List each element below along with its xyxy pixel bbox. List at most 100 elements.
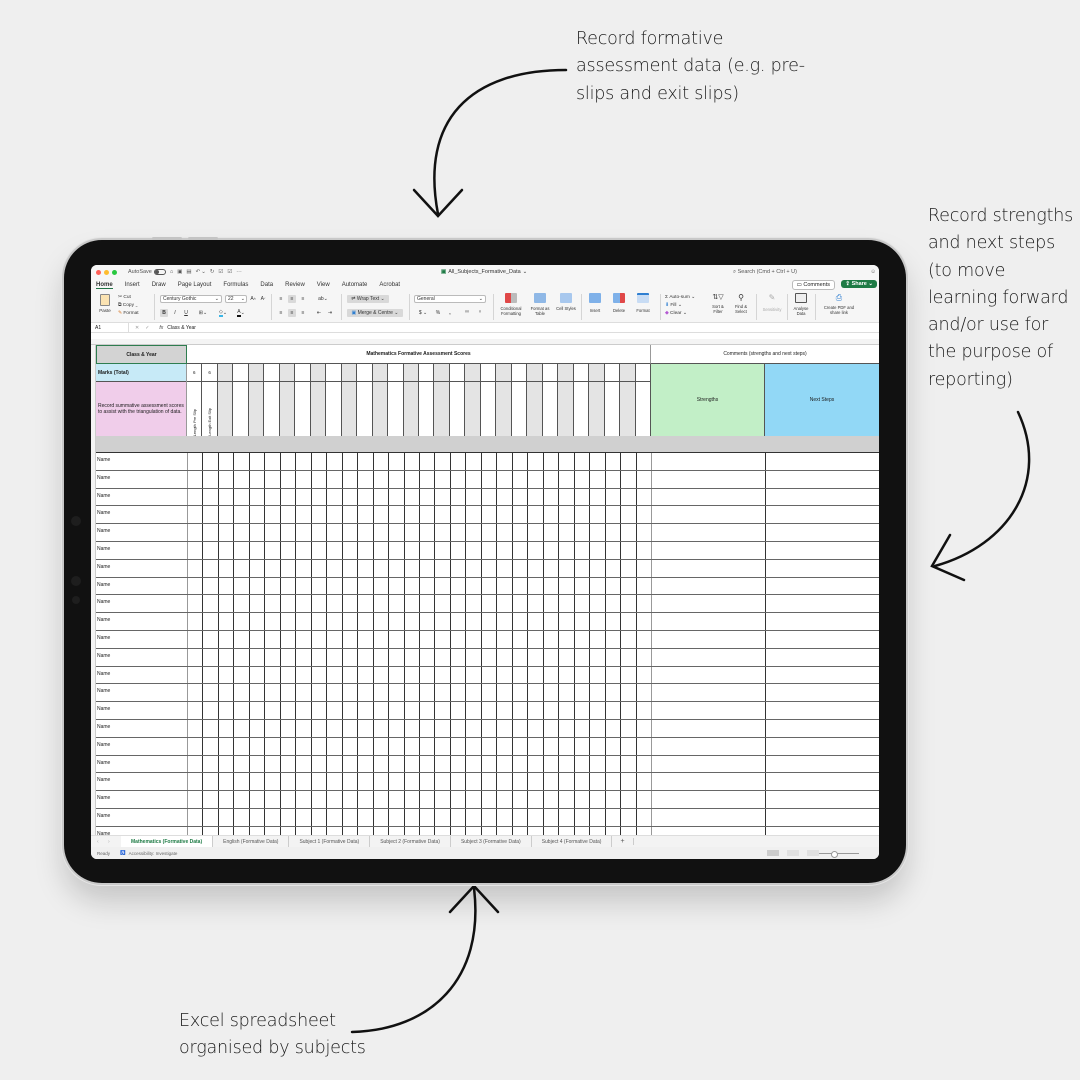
column-label-cell[interactable] — [233, 382, 247, 436]
close-window-button[interactable] — [96, 269, 101, 275]
increase-indent-icon[interactable]: ⇥ — [326, 309, 334, 317]
document-title[interactable]: ▣ All_Subjects_Formative_Data ⌄ — [441, 269, 527, 275]
name-box[interactable]: A1 — [91, 323, 129, 332]
marks-cell[interactable] — [264, 364, 279, 382]
marks-cell[interactable] — [465, 364, 480, 382]
format-painter-button[interactable]: ✎ Format — [118, 310, 139, 318]
marks-cell[interactable] — [295, 364, 310, 382]
sheet-tab[interactable]: Subject 4 (Formative Data) — [532, 836, 613, 847]
delete-cells-button[interactable]: Delete — [609, 293, 629, 313]
sort-filter-button[interactable]: ⇅▽ Sort & Filter — [708, 293, 728, 314]
cell-record-note[interactable]: Record summative assessment scores to as… — [96, 382, 187, 436]
increase-font-icon[interactable]: A ^ — [249, 295, 257, 303]
comments-button[interactable]: ▭ Comments — [791, 280, 835, 290]
account-icon[interactable]: ☺ — [870, 269, 876, 275]
marks-cell[interactable]: 6 — [187, 364, 202, 382]
student-name-cell[interactable]: Name — [97, 813, 110, 819]
column-label-cell[interactable] — [636, 382, 650, 436]
find-select-button[interactable]: ⚲ Find & Select — [731, 293, 751, 314]
student-name-cell[interactable]: Name — [97, 671, 110, 677]
student-row[interactable]: Name — [96, 791, 879, 809]
marks-cell[interactable] — [542, 364, 558, 382]
undo-dropdown-icon[interactable]: ⌄ — [201, 269, 206, 275]
maximize-window-button[interactable] — [112, 269, 117, 275]
student-row[interactable]: Name — [96, 684, 879, 703]
assessment-column[interactable] — [573, 364, 590, 436]
column-label-cell[interactable] — [342, 382, 356, 436]
currency-button[interactable]: $ ⌄ — [416, 309, 430, 317]
assessment-column[interactable]: 6 Length Pre Slip — [187, 364, 203, 436]
column-label-cell[interactable] — [620, 382, 634, 436]
zoom-slider[interactable] — [819, 850, 859, 858]
formula-input[interactable]: Class & Year — [167, 325, 196, 331]
marks-cell[interactable] — [233, 364, 248, 382]
student-row[interactable]: Name — [96, 595, 879, 614]
cell-next-steps-header[interactable]: Next Steps — [765, 364, 879, 436]
sheet-tab[interactable]: English (Formative Data) — [213, 836, 290, 847]
student-name-cell[interactable]: Name — [97, 457, 110, 463]
assessment-column[interactable] — [496, 364, 512, 436]
column-label-cell[interactable] — [264, 382, 278, 436]
student-row[interactable]: Name — [96, 631, 879, 649]
function-icon[interactable]: fx — [159, 325, 163, 331]
column-label-cell[interactable] — [574, 382, 588, 436]
student-name-cell[interactable]: Name — [97, 724, 110, 730]
column-label-cell[interactable] — [558, 382, 572, 436]
column-label-cell[interactable] — [512, 382, 526, 436]
conditional-formatting-button[interactable]: Conditional Formatting — [497, 293, 525, 316]
search-box[interactable]: ⌕ Search (Cmd + Ctrl + U) — [733, 269, 797, 276]
marks-cell[interactable] — [357, 364, 372, 382]
column-label-cell[interactable] — [589, 382, 603, 436]
marks-cell[interactable] — [635, 364, 650, 382]
student-row[interactable]: Name — [96, 577, 879, 596]
assessment-column[interactable] — [527, 364, 543, 436]
checkbox-icon[interactable]: ☑ — [218, 269, 223, 275]
assessment-column[interactable] — [635, 364, 651, 436]
assessment-column[interactable] — [511, 364, 528, 436]
student-name-cell[interactable]: Name — [97, 688, 110, 694]
font-color-icon[interactable]: A ⌄ — [234, 309, 248, 317]
student-name-cell[interactable]: Name — [97, 564, 110, 570]
cell-styles-button[interactable]: Cell Styles — [555, 293, 577, 311]
marks-cell[interactable]: 6 — [202, 364, 217, 382]
increase-decimal-icon[interactable]: ⁰⁰ — [462, 309, 472, 317]
marks-cell[interactable] — [573, 364, 589, 382]
student-name-cell[interactable]: Name — [97, 582, 110, 588]
column-label-cell[interactable] — [357, 382, 371, 436]
marks-cell[interactable] — [419, 364, 434, 382]
cell-main-header[interactable]: Mathematics Formative Assessment Scores — [187, 345, 651, 364]
student-name-cell[interactable]: Name — [97, 706, 110, 712]
marks-cell[interactable] — [279, 364, 295, 382]
home-icon[interactable]: ⌂ — [170, 269, 173, 275]
column-label-cell[interactable] — [419, 382, 433, 436]
sheet-nav-arrows[interactable]: ‹ › — [91, 839, 121, 845]
assessment-column[interactable] — [372, 364, 389, 436]
student-name-cell[interactable]: Name — [97, 510, 110, 516]
student-row[interactable]: Name — [96, 559, 879, 578]
align-right-icon[interactable]: ≡ — [299, 309, 307, 317]
align-center-icon[interactable]: ≡ — [288, 309, 296, 317]
paste-button[interactable]: Paste — [96, 294, 114, 313]
percent-button[interactable]: % — [434, 309, 442, 317]
cancel-icon[interactable]: ✕ — [135, 325, 139, 331]
assessment-column[interactable] — [403, 364, 419, 436]
decrease-font-icon[interactable]: Aˇ — [259, 295, 267, 303]
assessment-column[interactable] — [434, 364, 450, 436]
marks-cell[interactable] — [217, 364, 233, 382]
analyse-data-button[interactable]: Analyse Data — [791, 293, 811, 316]
assessment-column[interactable] — [419, 364, 435, 436]
assessment-column[interactable]: 6 Length Exit Slip — [202, 364, 218, 436]
marks-cell[interactable] — [341, 364, 357, 382]
student-row[interactable]: Name — [96, 755, 879, 774]
column-label-cell[interactable] — [373, 382, 387, 436]
ribbon-tab-home[interactable]: Home — [96, 282, 113, 289]
marks-cell[interactable] — [589, 364, 604, 382]
student-row[interactable]: Name — [96, 826, 879, 835]
sheet-tab[interactable]: Subject 1 (Formative Data) — [289, 836, 371, 847]
student-row[interactable]: Name — [96, 720, 879, 738]
column-label-cell[interactable] — [326, 382, 340, 436]
marks-cell[interactable] — [527, 364, 542, 382]
student-name-cell[interactable]: Name — [97, 546, 110, 552]
student-row[interactable]: Name — [96, 702, 879, 720]
marks-cell[interactable] — [449, 364, 465, 382]
